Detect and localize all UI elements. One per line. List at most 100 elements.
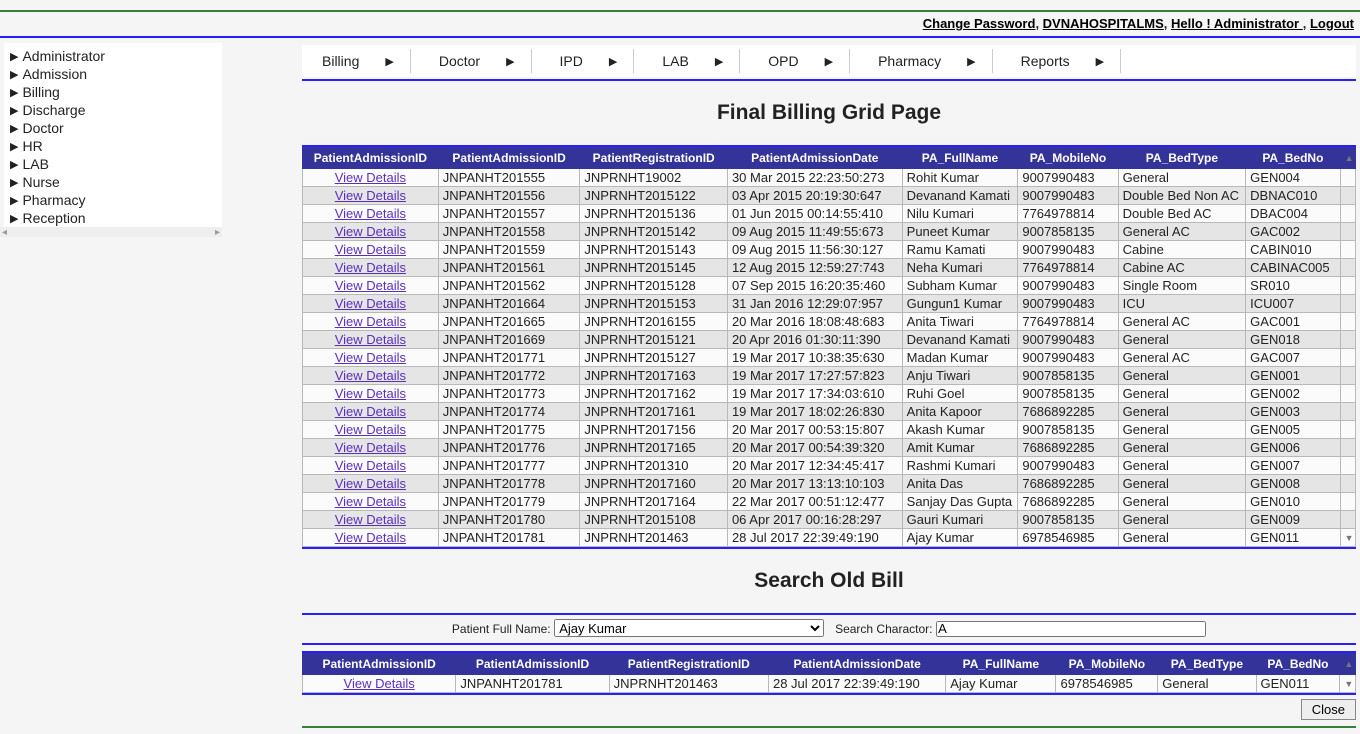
sidebar-item-discharge[interactable]: ▶Discharge [4, 101, 222, 119]
view-details-link[interactable]: View Details [335, 170, 406, 185]
column-header[interactable]: PatientRegistrationID [609, 654, 768, 675]
cell-bedtype: Cabine AC [1118, 259, 1245, 277]
top-menu-item-billing[interactable]: Billing▶ [306, 49, 411, 73]
view-details-link[interactable]: View Details [335, 332, 406, 347]
org-link[interactable]: DVNAHOSPITALMS [1043, 16, 1164, 31]
cell-fullname: Nilu Kumari [902, 205, 1018, 223]
sidebar-item-administrator[interactable]: ▶Administrator [4, 47, 222, 65]
view-details-link[interactable]: View Details [335, 530, 406, 545]
table-row: View DetailsJNPANHT201781JNPRNHT20146328… [303, 675, 1356, 693]
triangle-right-icon: ▶ [10, 86, 18, 99]
sidebar-item-reception[interactable]: ▶Reception [4, 209, 222, 227]
cell-registration-id: JNPRNHT2015127 [580, 349, 728, 367]
table-row: View DetailsJNPANHT201561JNPRNHT20151451… [303, 259, 1356, 277]
column-header[interactable]: PatientAdmissionID [303, 148, 439, 169]
view-details-link[interactable]: View Details [335, 440, 406, 455]
top-menu: Billing▶ Doctor▶ IPD▶ LAB▶ OPD▶ Pharmacy▶ Repo… [302, 45, 1356, 77]
sidebar-item-admission[interactable]: ▶Admission [4, 65, 222, 83]
view-details-link[interactable]: View Details [335, 296, 406, 311]
cell-registration-id: JNPRNHT2015128 [580, 277, 728, 295]
sidebar-item-nurse[interactable]: ▶Nurse [4, 173, 222, 191]
scroll-up-icon[interactable]: ▲ [1345, 153, 1351, 163]
view-details-link[interactable]: View Details [335, 386, 406, 401]
sidebar-item-lab[interactable]: ▶LAB [4, 155, 222, 173]
top-menu-item-opd[interactable]: OPD▶ [752, 49, 850, 73]
column-header[interactable]: PA_BedType [1158, 654, 1256, 675]
column-header[interactable]: PatientRegistrationID [580, 148, 728, 169]
hello-link[interactable]: Hello ! Administrator [1171, 16, 1303, 31]
cell-registration-id: JNPRNHT201463 [580, 529, 728, 547]
view-details-link[interactable]: View Details [335, 512, 406, 527]
column-header[interactable]: PatientAdmissionID [456, 654, 609, 675]
column-header[interactable]: PatientAdmissionDate [727, 148, 902, 169]
cell-bedno: GEN018 [1246, 331, 1340, 349]
column-header[interactable]: PA_BedType [1118, 148, 1245, 169]
sidebar-item-label: Doctor [22, 120, 63, 136]
scroll-right-icon[interactable]: ▸ [215, 227, 220, 238]
scroll-left-icon[interactable]: ◂ [2, 227, 7, 238]
sidebar-item-hr[interactable]: ▶HR [4, 137, 222, 155]
cell-bedno: GEN009 [1246, 511, 1340, 529]
column-header[interactable]: PatientAdmissionDate [768, 654, 945, 675]
cell-fullname: Gauri Kumari [902, 511, 1018, 529]
column-header[interactable]: PA_FullName [902, 148, 1018, 169]
column-header[interactable]: PatientAdmissionID [438, 148, 580, 169]
column-header[interactable]: PA_BedNo [1246, 148, 1340, 169]
change-password-link[interactable]: Change Password [923, 16, 1036, 31]
scroll-down-icon[interactable]: ▼ [1345, 533, 1351, 543]
sidebar: ▶Administrator▶Admission▶Billing▶Dischar… [4, 43, 222, 227]
scroll-down-icon[interactable]: ▼ [1344, 679, 1351, 689]
top-menu-item-pharmacy[interactable]: Pharmacy▶ [862, 49, 993, 73]
sidebar-item-billing[interactable]: ▶Billing [4, 83, 222, 101]
close-button[interactable]: Close [1301, 699, 1356, 720]
cell-bedtype: General [1118, 385, 1245, 403]
cell-registration-id: JNPRNHT2017165 [580, 439, 728, 457]
view-details-link[interactable]: View Details [335, 350, 406, 365]
cell-registration-id: JNPRNHT2015136 [580, 205, 728, 223]
logout-link[interactable]: Logout [1310, 16, 1354, 31]
cell-admission-date: 06 Apr 2017 00:16:28:297 [727, 511, 902, 529]
view-details-link[interactable]: View Details [335, 278, 406, 293]
table-row: View DetailsJNPANHT201669JNPRNHT20151212… [303, 331, 1356, 349]
sidebar-item-pharmacy[interactable]: ▶Pharmacy [4, 191, 222, 209]
cell-admission-date: 31 Jan 2016 12:29:07:957 [727, 295, 902, 313]
view-details-link[interactable]: View Details [335, 188, 406, 203]
column-header[interactable]: PA_BedNo [1256, 654, 1340, 675]
cell-fullname: Puneet Kumar [902, 223, 1018, 241]
cell-bedno: GAC001 [1246, 313, 1340, 331]
view-details-link[interactable]: View Details [335, 476, 406, 491]
triangle-right-icon: ▶ [385, 55, 393, 68]
view-details-link[interactable]: View Details [335, 242, 406, 257]
fullname-select[interactable]: Ajay Kumar [554, 619, 824, 637]
cell-mobile: 7764978814 [1018, 205, 1118, 223]
view-details-link[interactable]: View Details [335, 206, 406, 221]
cell-registration-id: JNPRNHT2015145 [580, 259, 728, 277]
sidebar-item-doctor[interactable]: ▶Doctor [4, 119, 222, 137]
cell-bedno: CABIN010 [1246, 241, 1340, 259]
cell-registration-id: JNPRNHT2017156 [580, 421, 728, 439]
view-details-link[interactable]: View Details [344, 676, 415, 691]
view-details-link[interactable]: View Details [335, 404, 406, 419]
top-menu-item-ipd[interactable]: IPD▶ [544, 49, 635, 73]
view-details-link[interactable]: View Details [335, 422, 406, 437]
view-details-link[interactable]: View Details [335, 314, 406, 329]
cell-bedno: GEN006 [1246, 439, 1340, 457]
scroll-up-icon[interactable]: ▲ [1344, 659, 1351, 669]
view-details-link[interactable]: View Details [335, 224, 406, 239]
view-details-link[interactable]: View Details [335, 260, 406, 275]
top-menu-item-lab[interactable]: LAB▶ [646, 49, 740, 73]
column-header[interactable]: PA_MobileNo [1056, 654, 1158, 675]
view-details-link[interactable]: View Details [335, 458, 406, 473]
top-menu-item-doctor[interactable]: Doctor▶ [423, 49, 532, 73]
column-header[interactable]: PatientAdmissionID [303, 654, 456, 675]
triangle-right-icon: ▶ [10, 140, 18, 153]
view-details-link[interactable]: View Details [335, 494, 406, 509]
view-details-link[interactable]: View Details [335, 368, 406, 383]
column-header[interactable]: PA_MobileNo [1018, 148, 1118, 169]
top-menu-item-reports[interactable]: Reports▶ [1005, 49, 1122, 73]
column-header[interactable]: PA_FullName [946, 654, 1056, 675]
cell-admission-id: JNPANHT201778 [438, 475, 580, 493]
cell-registration-id: JNPRNHT201310 [580, 457, 728, 475]
char-input[interactable] [936, 621, 1206, 637]
cell-mobile: 9007990483 [1018, 349, 1118, 367]
